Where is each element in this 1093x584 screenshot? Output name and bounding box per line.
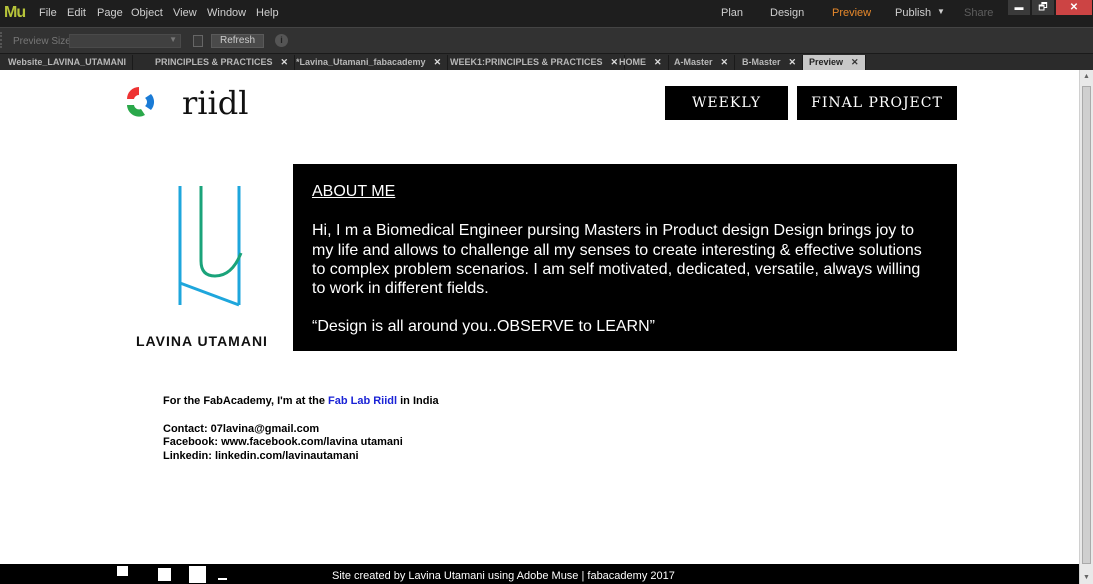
tab-week1[interactable]: WEEK1:PRINCIPLES & PRACTICES ✕: [444, 55, 626, 71]
restore-button[interactable]: 🗗: [1032, 0, 1054, 15]
close-button[interactable]: ✕: [1056, 0, 1092, 15]
final-project-button[interactable]: FINAL PROJECT: [797, 86, 957, 120]
close-icon[interactable]: ✕: [434, 57, 442, 67]
close-icon[interactable]: ✕: [851, 57, 859, 67]
social-icon[interactable]: [117, 566, 128, 576]
tab-principles[interactable]: PRINCIPLES & PRACTICES ✕: [149, 55, 296, 71]
preview-toolbar: Preview Size: ▼ Refresh i: [0, 27, 1093, 53]
chevron-down-icon: ▼: [169, 35, 177, 44]
contact-email: Contact: 07lavina@gmail.com: [163, 422, 320, 435]
chevron-down-icon[interactable]: ▼: [937, 7, 945, 16]
device-icon[interactable]: [193, 35, 203, 47]
tab-b-master[interactable]: B-Master ✕: [736, 55, 804, 71]
scroll-down-icon[interactable]: ▼: [1083, 574, 1090, 581]
fab-lab-logo-icon: [127, 87, 155, 117]
close-icon[interactable]: ✕: [789, 57, 797, 67]
menu-file[interactable]: File: [39, 7, 57, 19]
tab-website[interactable]: Website_LAVINA_UTAMANI: [2, 55, 134, 71]
mode-plan[interactable]: Plan: [721, 7, 743, 19]
menu-help[interactable]: Help: [256, 7, 279, 19]
info-icon[interactable]: i: [275, 34, 288, 47]
menu-page[interactable]: Page: [97, 7, 123, 19]
vertical-scrollbar[interactable]: ▲ ▼: [1079, 70, 1093, 584]
tab-a-master[interactable]: A-Master ✕: [668, 55, 736, 71]
menu-bar: Mu File Edit Page Object View Window Hel…: [0, 0, 1093, 27]
minimize-button[interactable]: ▬: [1008, 0, 1030, 15]
grip-icon: [0, 32, 5, 48]
preview-size-label: Preview Size:: [13, 36, 74, 47]
author-name: LAVINA UTAMANI: [136, 333, 268, 349]
mode-design[interactable]: Design: [770, 7, 804, 19]
lu-monogram-icon: [178, 186, 243, 307]
menu-window[interactable]: Window: [207, 7, 246, 19]
menu-view[interactable]: View: [173, 7, 197, 19]
about-body: Hi, I m a Biomedical Engineer pursing Ma…: [312, 222, 922, 298]
social-icon[interactable]: [189, 566, 206, 583]
refresh-button[interactable]: Refresh: [211, 34, 264, 48]
menu-edit[interactable]: Edit: [67, 7, 86, 19]
fab-lab-link[interactable]: Fab Lab Riidl: [328, 395, 397, 407]
mode-publish[interactable]: Publish: [895, 7, 931, 19]
preview-size-select[interactable]: ▼: [69, 34, 181, 48]
contact-info: For the FabAcademy, I'm at the Fab Lab R…: [163, 395, 439, 463]
tab-lavina-fabacademy[interactable]: *Lavina_Utamani_fabacademy ✕: [290, 55, 449, 71]
close-icon[interactable]: ✕: [721, 57, 729, 67]
riidl-logo: riidl: [182, 84, 249, 122]
document-tabs: Website_LAVINA_UTAMANI PRINCIPLES & PRAC…: [0, 53, 1093, 71]
linkedin-link[interactable]: Linkedin: linkedin.com/lavinautamani: [163, 450, 439, 464]
muse-window: Mu File Edit Page Object View Window Hel…: [0, 0, 1093, 584]
scroll-up-icon[interactable]: ▲: [1083, 73, 1090, 80]
close-icon[interactable]: ✕: [654, 57, 662, 67]
tab-preview[interactable]: Preview ✕: [803, 55, 866, 71]
about-heading: ABOUT ME: [312, 183, 396, 200]
social-icon[interactable]: [158, 568, 171, 581]
tab-home[interactable]: HOME ✕: [613, 55, 669, 71]
footer-text: Site created by Lavina Utamani using Ado…: [332, 570, 675, 582]
about-panel: ABOUT ME Hi, I m a Biomedical Engineer p…: [293, 164, 957, 351]
close-icon[interactable]: ✕: [281, 57, 289, 67]
facebook-link[interactable]: Facebook: www.facebook.com/lavina utaman…: [163, 436, 439, 450]
fab-lab-line: For the FabAcademy, I'm at the Fab Lab R…: [163, 395, 439, 407]
about-quote: “Design is all around you..OBSERVE to LE…: [312, 318, 655, 336]
weekly-button[interactable]: WEEKLY: [665, 86, 788, 120]
menu-object[interactable]: Object: [131, 7, 163, 19]
app-logo: Mu: [4, 4, 26, 21]
scroll-thumb[interactable]: [1082, 86, 1091, 564]
mode-preview[interactable]: Preview: [832, 7, 871, 19]
mode-share: Share: [964, 7, 994, 19]
social-icon[interactable]: [218, 578, 227, 580]
